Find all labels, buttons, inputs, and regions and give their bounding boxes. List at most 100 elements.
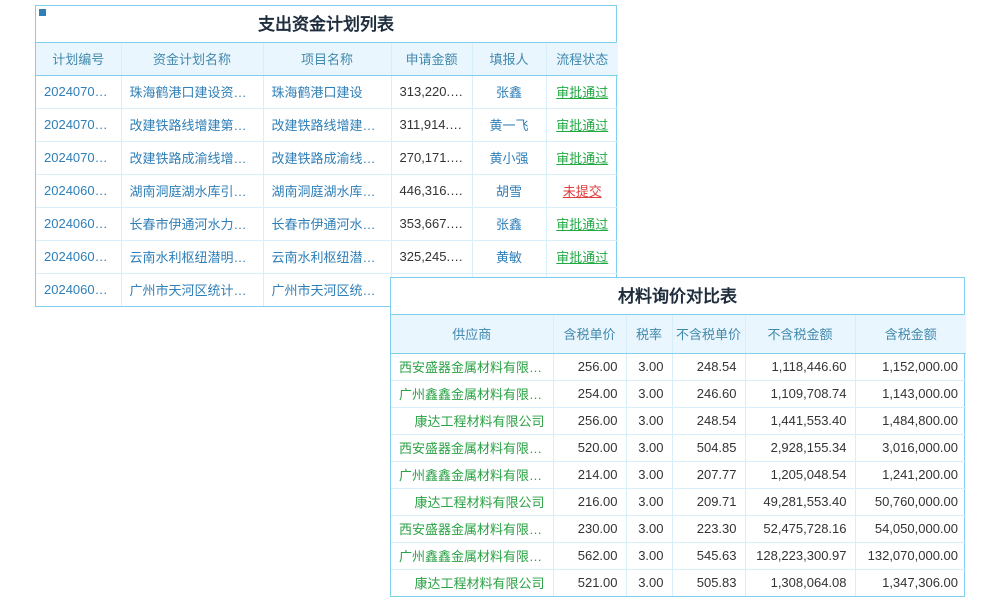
table-row: 2024060009云南水利枢纽潜明水...云南水利枢纽潜明...325,245… [36, 240, 618, 273]
status-link[interactable]: 审批通过 [556, 217, 608, 232]
table-row: 2024070002改建铁路线增建第二...改建铁路线增建第...311,914… [36, 108, 618, 141]
status-cell: 未提交 [546, 174, 618, 207]
project-name-cell[interactable]: 云南水利枢纽潜明... [263, 240, 391, 273]
plan-no-cell[interactable]: 2024060008 [36, 273, 121, 306]
tax-amount-cell: 3,016,000.00 [855, 434, 966, 461]
apply-amount-cell: 325,245.00 [391, 240, 472, 273]
tax-amount-cell: 1,241,200.00 [855, 461, 966, 488]
project-name-cell[interactable]: 改建铁路成渝线增... [263, 141, 391, 174]
net-amount-cell: 1,109,708.74 [745, 380, 855, 407]
plan-name-cell[interactable]: 改建铁路成渝线增建... [121, 141, 263, 174]
table-row: 康达工程材料有限公司521.003.00505.831,308,064.081,… [391, 569, 966, 596]
net-amount-cell: 1,205,048.54 [745, 461, 855, 488]
tax-rate-cell: 3.00 [626, 380, 672, 407]
plan-no-cell[interactable]: 2024060010 [36, 207, 121, 240]
table-row: 西安盛器金属材料有限公司520.003.00504.852,928,155.34… [391, 434, 966, 461]
material-compare-title: 材料询价对比表 [391, 278, 964, 315]
table-row: 2024070001改建铁路成渝线增建...改建铁路成渝线增...270,171… [36, 141, 618, 174]
column-header-filler: 填报人 [472, 43, 546, 75]
net-amount-cell: 2,928,155.34 [745, 434, 855, 461]
supplier-cell: 广州鑫鑫金属材料有限公司 [391, 542, 553, 569]
expense-plan-title: 支出资金计划列表 [36, 6, 616, 43]
tax-amount-cell: 1,347,306.00 [855, 569, 966, 596]
net-amount-cell: 49,281,553.40 [745, 488, 855, 515]
filler-cell[interactable]: 黄敏 [472, 240, 546, 273]
plan-name-cell[interactable]: 云南水利枢纽潜明水... [121, 240, 263, 273]
column-header-net-amount: 不含税金额 [745, 315, 855, 353]
supplier-cell: 广州鑫鑫金属材料有限公司 [391, 461, 553, 488]
net-price-cell: 545.63 [672, 542, 745, 569]
net-amount-cell: 1,441,553.40 [745, 407, 855, 434]
project-name-cell[interactable]: 改建铁路线增建第... [263, 108, 391, 141]
status-cell: 审批通过 [546, 240, 618, 273]
apply-amount-cell: 313,220.00 [391, 75, 472, 108]
plan-name-cell[interactable]: 长春市伊通河水力发... [121, 207, 263, 240]
plan-no-cell[interactable]: 2024060011 [36, 174, 121, 207]
table-row: 广州鑫鑫金属材料有限公司562.003.00545.63128,223,300.… [391, 542, 966, 569]
table-row: 西安盛器金属材料有限公司230.003.00223.3052,475,728.1… [391, 515, 966, 542]
apply-amount-cell: 311,914.00 [391, 108, 472, 141]
plan-name-cell[interactable]: 广州市天河区统计局... [121, 273, 263, 306]
plan-name-cell[interactable]: 湖南洞庭湖水库引水... [121, 174, 263, 207]
plan-no-cell[interactable]: 2024070002 [36, 108, 121, 141]
net-amount-cell: 1,118,446.60 [745, 353, 855, 380]
net-price-cell: 504.85 [672, 434, 745, 461]
status-link[interactable]: 审批通过 [556, 151, 608, 166]
tax-rate-cell: 3.00 [626, 434, 672, 461]
filler-cell[interactable]: 黄一飞 [472, 108, 546, 141]
column-header-apply-amount: 申请金额 [391, 43, 472, 75]
supplier-cell: 西安盛器金属材料有限公司 [391, 434, 553, 461]
plan-no-cell[interactable]: 2024070001 [36, 141, 121, 174]
project-name-cell[interactable]: 长春市伊通河水力... [263, 207, 391, 240]
tax-price-cell: 562.00 [553, 542, 626, 569]
supplier-cell: 康达工程材料有限公司 [391, 407, 553, 434]
tax-rate-cell: 3.00 [626, 407, 672, 434]
status-link[interactable]: 审批通过 [556, 250, 608, 265]
plan-name-cell[interactable]: 珠海鹤港口建设资金... [121, 75, 263, 108]
tax-rate-cell: 3.00 [626, 488, 672, 515]
tax-rate-cell: 3.00 [626, 515, 672, 542]
column-header-status: 流程状态 [546, 43, 618, 75]
tax-price-cell: 521.00 [553, 569, 626, 596]
filler-cell[interactable]: 张鑫 [472, 75, 546, 108]
project-name-cell[interactable]: 湖南洞庭湖水库引... [263, 174, 391, 207]
status-link[interactable]: 未提交 [563, 184, 602, 199]
tax-price-cell: 520.00 [553, 434, 626, 461]
plan-no-cell[interactable]: 2024060009 [36, 240, 121, 273]
net-amount-cell: 1,308,064.08 [745, 569, 855, 596]
project-name-cell[interactable]: 珠海鹤港口建设 [263, 75, 391, 108]
tax-rate-cell: 3.00 [626, 461, 672, 488]
table-row: 康达工程材料有限公司216.003.00209.7149,281,553.405… [391, 488, 966, 515]
tax-amount-cell: 1,152,000.00 [855, 353, 966, 380]
column-header-plan-no: 计划编号 [36, 43, 121, 75]
tax-amount-cell: 1,484,800.00 [855, 407, 966, 434]
panel-corner-icon [39, 9, 46, 16]
column-header-tax-price: 含税单价 [553, 315, 626, 353]
tax-price-cell: 230.00 [553, 515, 626, 542]
status-link[interactable]: 审批通过 [556, 85, 608, 100]
plan-no-cell[interactable]: 2024070003 [36, 75, 121, 108]
material-compare-title-text: 材料询价对比表 [618, 287, 737, 306]
column-header-tax-rate: 税率 [626, 315, 672, 353]
apply-amount-cell: 446,316.00 [391, 174, 472, 207]
status-cell: 审批通过 [546, 141, 618, 174]
table-row: 2024060010长春市伊通河水力发...长春市伊通河水力...353,667… [36, 207, 618, 240]
net-amount-cell: 52,475,728.16 [745, 515, 855, 542]
tax-price-cell: 256.00 [553, 353, 626, 380]
tax-amount-cell: 132,070,000.00 [855, 542, 966, 569]
apply-amount-cell: 270,171.00 [391, 141, 472, 174]
filler-cell[interactable]: 张鑫 [472, 207, 546, 240]
table-row: 康达工程材料有限公司256.003.00248.541,441,553.401,… [391, 407, 966, 434]
project-name-cell[interactable]: 广州市天河区统计... [263, 273, 391, 306]
net-price-cell: 207.77 [672, 461, 745, 488]
supplier-cell: 康达工程材料有限公司 [391, 488, 553, 515]
expense-plan-title-text: 支出资金计划列表 [258, 15, 394, 34]
filler-cell[interactable]: 胡雪 [472, 174, 546, 207]
tax-rate-cell: 3.00 [626, 353, 672, 380]
plan-name-cell[interactable]: 改建铁路线增建第二... [121, 108, 263, 141]
table-row: 广州鑫鑫金属材料有限公司254.003.00246.601,109,708.74… [391, 380, 966, 407]
tax-rate-cell: 3.00 [626, 542, 672, 569]
tax-price-cell: 254.00 [553, 380, 626, 407]
filler-cell[interactable]: 黄小强 [472, 141, 546, 174]
status-link[interactable]: 审批通过 [556, 118, 608, 133]
